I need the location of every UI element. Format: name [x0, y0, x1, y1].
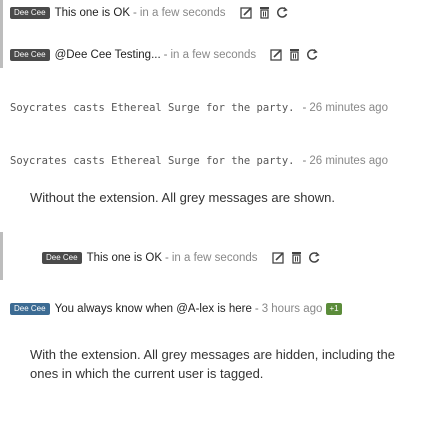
message-group-indicator: [0, 40, 3, 68]
message-time: in a few seconds: [139, 6, 226, 19]
message-text: You always know when @A-lex is here: [54, 303, 252, 315]
edit-icon[interactable]: [271, 251, 285, 264]
system-message: Soycrates casts Ethereal Surge for the p…: [10, 102, 446, 114]
message-text: This one is OK: [54, 6, 130, 19]
message-time: 26 minutes ago: [309, 102, 388, 114]
message-text: @Dee Cee Testing...: [54, 48, 161, 61]
caption-with-extension: With the extension. All grey messages ar…: [30, 347, 395, 381]
reroll-icon[interactable]: [306, 48, 318, 61]
caption-without-extension: Without the extension. All grey messages…: [30, 190, 335, 205]
reroll-icon[interactable]: [276, 6, 288, 19]
message-time: 3 hours ago: [261, 303, 323, 315]
message-time: 26 minutes ago: [309, 155, 388, 167]
reroll-icon[interactable]: [308, 251, 320, 264]
message-group-indicator: [0, 232, 3, 280]
system-message-text: Soycrates casts Ethereal Surge for the p…: [10, 155, 295, 167]
plus-one-badge[interactable]: +1: [326, 303, 342, 315]
speaker-badge: Dee Cee: [42, 251, 82, 264]
edit-icon[interactable]: [239, 6, 253, 19]
separator: -: [254, 303, 259, 315]
trash-icon[interactable]: [259, 6, 270, 19]
speaker-badge: Dee Cee: [10, 6, 50, 19]
trash-icon[interactable]: [291, 251, 302, 264]
separator: -: [163, 48, 168, 61]
trash-icon[interactable]: [289, 48, 300, 61]
system-message-text: Soycrates casts Ethereal Surge for the p…: [10, 102, 295, 114]
chat-message: Dee Cee This one is OK - in a few second…: [10, 6, 440, 19]
separator: -: [133, 6, 137, 19]
message-time: in a few seconds: [171, 251, 258, 264]
tagged-message: Dee Cee You always know when @A-lex is h…: [10, 303, 446, 315]
message-time: in a few seconds: [170, 48, 257, 61]
separator: -: [302, 102, 307, 114]
separator: -: [302, 155, 307, 167]
chat-message: Dee Cee This one is OK - in a few second…: [42, 251, 442, 264]
chat-message: Dee Cee @Dee Cee Testing... - in a few s…: [10, 48, 440, 61]
speaker-badge: Dee Cee: [10, 303, 50, 315]
system-message: Soycrates casts Ethereal Surge for the p…: [10, 155, 446, 167]
separator: -: [165, 251, 169, 264]
message-text: This one is OK: [86, 251, 162, 264]
edit-icon[interactable]: [270, 48, 283, 61]
speaker-badge: Dee Cee: [10, 48, 50, 61]
